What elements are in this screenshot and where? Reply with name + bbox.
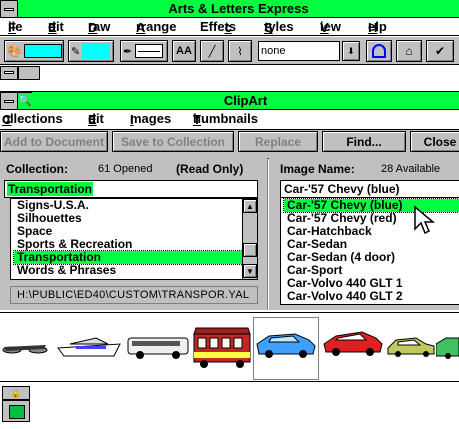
pen-icon: ✎	[71, 45, 81, 58]
doc-strip	[18, 66, 40, 80]
image-current: Car-'57 Chevy (blue)	[284, 182, 400, 196]
eyedropper-icon: ⌇	[237, 45, 243, 58]
clipart-icon: 🔍	[18, 92, 32, 110]
scroll-down-button[interactable]: ▼	[243, 264, 257, 278]
add-to-document-button[interactable]: Add to Document	[0, 131, 108, 152]
replace-button[interactable]: Replace	[238, 131, 318, 152]
collection-scrollbar[interactable]: ▲ ▼	[242, 199, 257, 279]
app-title-bar: Arts & Letters Express	[18, 0, 459, 18]
motorcycle-thumbnail[interactable]	[0, 314, 50, 380]
toolbar: 🎨 ✎ ✒ AA ╱ ⌇ none ⬇ ⌂ ✔	[0, 37, 459, 65]
menu-effects[interactable]: Effe c ts	[200, 19, 236, 35]
app-title: Arts & Letters Express	[168, 1, 309, 16]
add-to-document-label: Add to Document	[4, 134, 104, 149]
picker-button[interactable]: ⌇	[228, 40, 252, 62]
find-label: Find...	[346, 134, 382, 149]
menu-help[interactable]: Help	[368, 19, 387, 35]
clipart-system-menu[interactable]	[0, 92, 18, 110]
mouse-cursor-icon	[414, 205, 436, 235]
minimized-clipart-icon[interactable]	[2, 400, 30, 422]
trolley-thumbnail[interactable]	[190, 314, 254, 380]
node-edit-button[interactable]	[366, 40, 392, 62]
app-window: Arts & Letters Express File Edit Draw Ar…	[0, 0, 459, 429]
image-list-item[interactable]: Car-Volvo 440 GLT 2	[284, 290, 459, 303]
freeform-icon: ⌂	[405, 44, 413, 58]
menu-images[interactable]: Images	[130, 111, 171, 127]
image-count: 28 Available	[381, 163, 441, 175]
menu-clip-edit[interactable]: Edit	[88, 111, 104, 127]
close-button[interactable]: Close	[410, 131, 459, 152]
replace-label: Replace	[254, 134, 302, 149]
check-style-button[interactable]: ✔	[426, 40, 454, 62]
menu-arrange[interactable]: Arrange	[136, 19, 176, 35]
collection-list[interactable]: Signs-U.S.A. Silhouettes Space Sports & Rec…	[10, 198, 258, 280]
image-combo[interactable]: Car-'57 Chevy (blue)	[280, 180, 459, 198]
collection-count: 61 Opened	[98, 163, 153, 175]
line-style-preview	[135, 44, 164, 58]
menu-file[interactable]: File	[8, 19, 22, 35]
collection-path-text: H:\PUBLIC\ED40\CUSTOM\TRANSPOR.YAL	[17, 289, 250, 301]
minimized-lock-icon[interactable]: 🔒	[2, 386, 30, 400]
chevron-down-icon: ⬇	[347, 45, 355, 56]
sedan-thumbnail[interactable]	[436, 314, 459, 380]
type-aa-label: AA	[176, 45, 192, 57]
clipart-title-bar: ClipArt	[32, 92, 459, 110]
fill-palette-button[interactable]: 🎨	[4, 40, 64, 62]
type-style-button[interactable]: AA	[172, 40, 196, 62]
menu-styles[interactable]: Styles	[264, 19, 294, 35]
clipart-title: ClipArt	[223, 93, 268, 108]
menu-edit[interactable]: Edit	[48, 19, 64, 35]
collection-list-item[interactable]: Words & Phrases	[14, 264, 257, 277]
style-name-value: none	[261, 45, 286, 57]
brush-icon: ╱	[208, 45, 216, 58]
system-menu-button[interactable]	[0, 0, 18, 18]
close-label: Close	[423, 134, 457, 149]
line-style-button[interactable]: ✒	[120, 40, 168, 62]
save-to-collection-button[interactable]: Save to Collection	[112, 131, 234, 152]
collection-readonly: (Read Only)	[176, 162, 244, 176]
scroll-up-button[interactable]: ▲	[243, 199, 257, 213]
fill-color-swatch	[23, 44, 62, 58]
line-color-button[interactable]: ✎	[68, 40, 114, 62]
hatchback-thumbnail[interactable]	[386, 314, 436, 380]
image-label: Image Name:	[280, 162, 355, 176]
clipart-menu-bar: Collections Edit Images Thumbnails	[0, 110, 459, 128]
menu-view[interactable]: View	[320, 19, 341, 35]
line-color-swatch	[82, 43, 111, 59]
bus-thumbnail[interactable]	[126, 314, 190, 380]
palette-icon: 🎨	[7, 44, 22, 58]
menu-thumbnails[interactable]: Thumbnails	[193, 111, 258, 127]
style-name-field[interactable]: none	[258, 41, 340, 61]
collection-combo[interactable]: Transportation	[4, 180, 258, 198]
bottom-area	[0, 383, 459, 429]
doc-system-menu[interactable]	[0, 66, 18, 80]
chevy-red-thumbnail[interactable]	[322, 314, 384, 380]
style-dropdown-button[interactable]: ⬇	[342, 41, 360, 61]
pen-tool-icon: ✒	[123, 45, 133, 58]
check-pen-icon: ✔	[434, 44, 446, 58]
app-menu-bar: File Edit Draw Arrange Effe c ts Styles Vi…	[0, 18, 459, 36]
chevy-blue-thumbnail[interactable]	[255, 314, 317, 380]
brush-button[interactable]: ╱	[200, 40, 224, 62]
yacht-thumbnail[interactable]	[56, 314, 122, 380]
collection-current: Transportation	[7, 182, 94, 196]
find-button[interactable]: Find...	[322, 131, 406, 152]
menu-draw[interactable]: Draw	[88, 19, 110, 35]
scroll-thumb[interactable]	[243, 243, 257, 257]
collection-label: Collection:	[6, 162, 68, 176]
node-icon	[372, 44, 386, 58]
menu-collections[interactable]: Collections	[2, 111, 63, 127]
freeform-button[interactable]: ⌂	[396, 40, 422, 62]
save-to-collection-label: Save to Collection	[120, 134, 226, 149]
document-area	[0, 66, 459, 90]
collection-path: H:\PUBLIC\ED40\CUSTOM\TRANSPOR.YAL	[10, 286, 258, 304]
